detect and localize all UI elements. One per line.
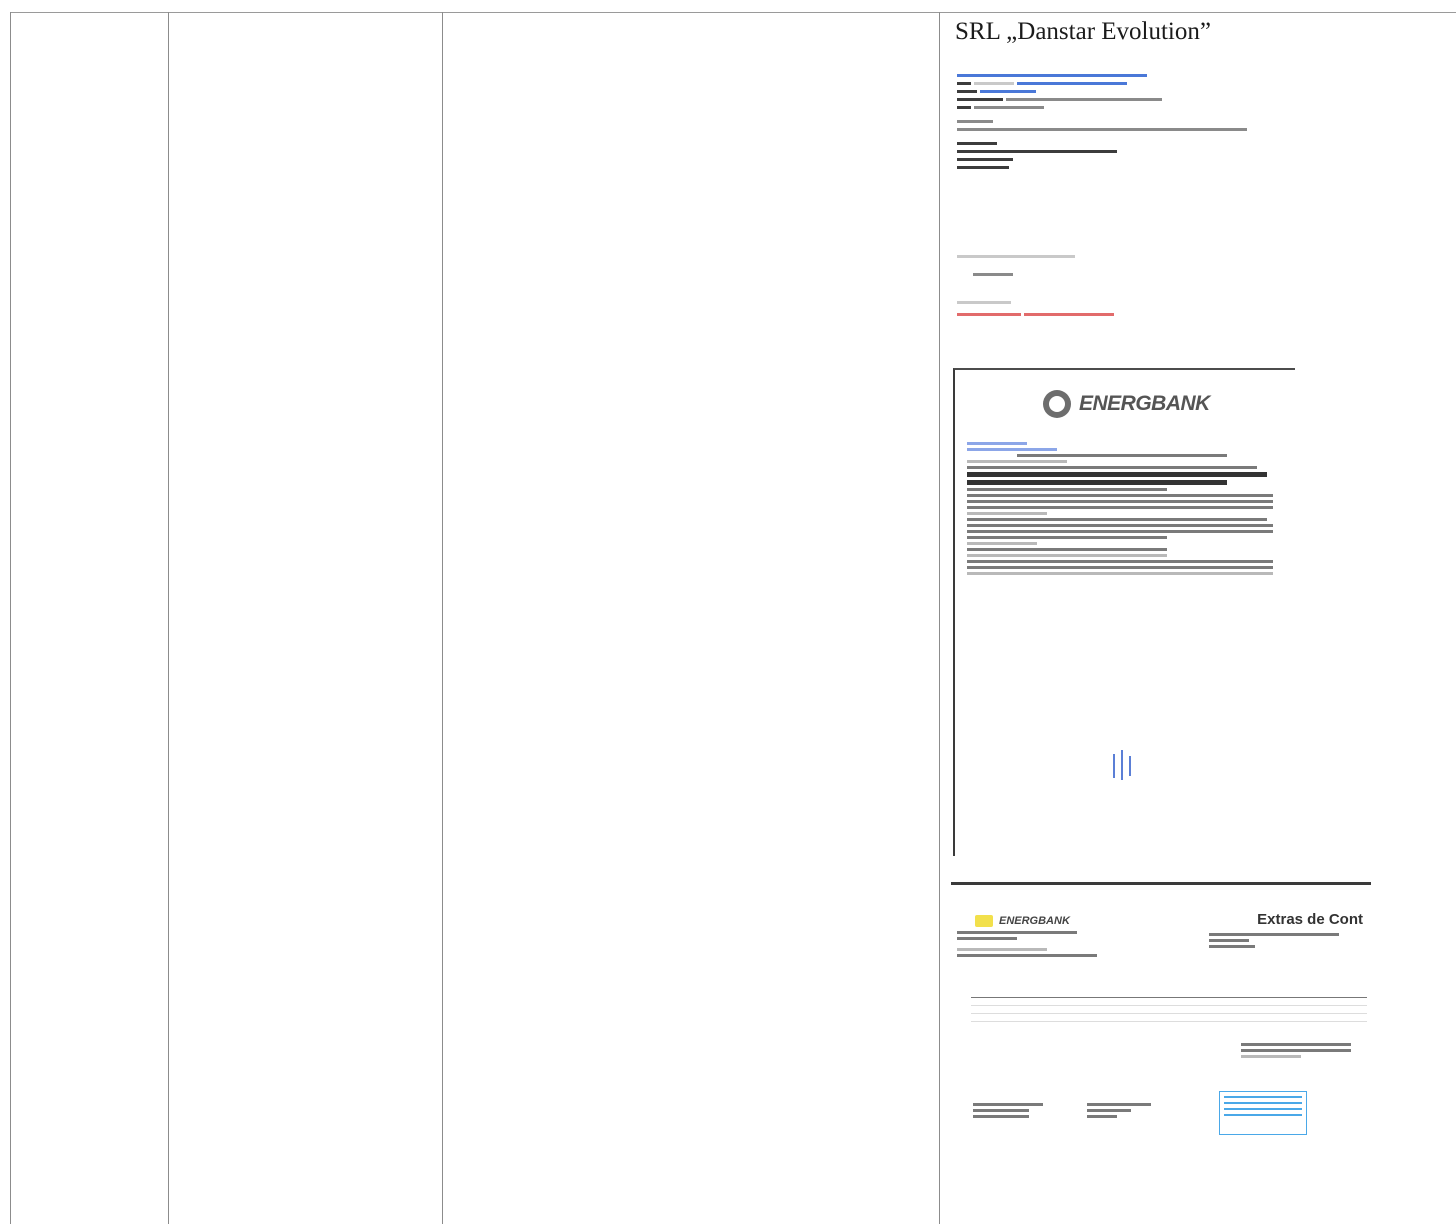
statement-logo: ENERGBANK — [975, 915, 1070, 927]
statement-table — [971, 997, 1367, 1028]
table-cell-3 — [443, 13, 938, 1224]
statement-footer-middle — [1087, 1103, 1167, 1121]
statement-title: Extras de Cont — [1257, 911, 1363, 928]
signature — [1109, 750, 1139, 782]
bank-logo-icon — [975, 915, 993, 927]
attachment-label — [957, 248, 1177, 260]
attachment-label — [957, 294, 1177, 306]
table-cell-1 — [11, 13, 167, 1224]
bank-logo: ENERGBANK — [1043, 390, 1210, 418]
statement-details — [1209, 933, 1349, 951]
email-header-block — [957, 72, 1317, 172]
bank-stamp — [1219, 1091, 1307, 1135]
statement-footer-left — [973, 1103, 1053, 1121]
letter-body — [967, 442, 1279, 578]
attachment-links — [957, 306, 1177, 318]
bank-name: ENERGBANK — [1079, 392, 1210, 415]
scanned-letter: ENERGBANK — [953, 368, 1295, 856]
table-cell-2 — [169, 13, 441, 1224]
attachment-item — [973, 266, 1193, 278]
statement-address — [957, 931, 1097, 960]
statement-bank-name: ENERGBANK — [999, 915, 1070, 927]
account-statement: ENERGBANK Extras de Cont — [951, 882, 1371, 1155]
column-divider — [939, 12, 940, 1224]
company-title: SRL „Danstar Evolution” — [955, 18, 1211, 45]
document-cell: SRL „Danstar Evolution” ENERGBANK ENERGB… — [945, 14, 1450, 1220]
statement-totals — [1241, 1043, 1361, 1061]
bank-logo-icon — [1043, 390, 1071, 418]
